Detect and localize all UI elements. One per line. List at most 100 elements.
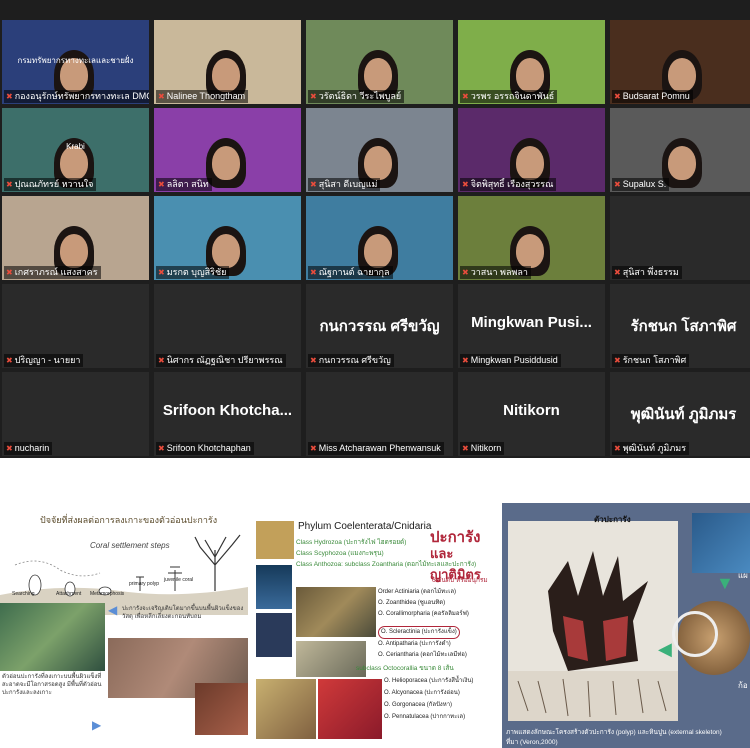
participant-tile[interactable]: ✖ ปริญญา - นายยา: [2, 284, 149, 368]
order2-2: O. Gorgonacea (กัลปังหา): [384, 702, 453, 708]
participant-name-label: ✖ จิตพิสุทธิ์ เรืองสุวรรณ: [460, 178, 557, 191]
participant-tile[interactable]: พุฒินันท์ ภูมิภมร ✖ พุฒินันท์ ภูมิภมร: [610, 372, 750, 456]
stage-searching: Searching: [12, 591, 35, 597]
participant-display-name: Srifoon Khotcha...: [162, 402, 293, 419]
participant-name-label: ✖ วรัตน์ธิดา วีระไพบูลย์: [308, 90, 405, 103]
participant-tile[interactable]: ✖ วรัตน์ธิดา วีระไพบูลย์: [306, 20, 453, 104]
participant-tile[interactable]: Mingkwan Pusi... ✖ Mingkwan Pusiddusid: [458, 284, 605, 368]
muted-mic-icon: ✖: [6, 92, 13, 101]
participant-name: เกศราภรณ์ แสงสาคร: [14, 267, 98, 277]
person-face: [668, 58, 696, 92]
participant-name: Budsarat Pomnu: [622, 91, 690, 101]
muted-mic-icon: ✖: [310, 268, 317, 277]
person-face: [364, 58, 392, 92]
participant-name-label: ✖ ลลิตา สนิท: [156, 178, 212, 191]
participant-tile[interactable]: ✖ ลลิตา สนิท: [154, 108, 301, 192]
participant-name: Nalinee Thongtham: [166, 91, 246, 101]
order-5: O. Ceriantharia (ดอกไม้ทะเลมีท่อ): [378, 652, 467, 658]
muted-mic-icon: ✖: [462, 180, 469, 189]
participant-tile[interactable]: ✖ ณัฐกานต์ ฉายากุล: [306, 196, 453, 280]
coral-photo-3: [195, 683, 248, 735]
participant-tile[interactable]: กรมทรัพยากรทางทะเลและชายฝั่ง ✖ กองอนุรักษ์…: [2, 20, 149, 104]
participant-name-label: ✖ วาสนา พลพลา: [460, 266, 531, 279]
participant-name: Srifoon Khotchaphan: [166, 443, 251, 453]
participant-name-label: ✖ nucharin: [4, 442, 53, 455]
muted-mic-icon: ✖: [462, 92, 469, 101]
participant-name-label: ✖ รักชนก โสภาพิศ: [612, 354, 690, 367]
participant-tile[interactable]: รักชนก โสภาพิศ ✖ รักชนก โสภาพิศ: [610, 284, 750, 368]
slide3-source: ที่มา (Veron,2000): [506, 739, 558, 746]
slide-coral-structure: ตัวปะการัง แผ ▼ ◀ ก้อ ภาพแสดงลักษณะโครงส…: [502, 503, 750, 748]
participant-name-label: ✖ เกศราภรณ์ แสงสาคร: [4, 266, 101, 279]
softcoral-photo: [256, 679, 316, 739]
magnifier-icon: [672, 611, 718, 657]
participant-name-label: ✖ วรพร อรรถจินดาพันธ์: [460, 90, 558, 103]
participant-name: กนกวรรณ ศรีขวัญ: [318, 355, 391, 365]
muted-mic-icon: ✖: [158, 92, 165, 101]
participant-name-label: ✖ Srifoon Khotchaphan: [156, 442, 254, 455]
participant-tile[interactable]: ✖ Miss Atcharawan Phenwansuk: [306, 372, 453, 456]
person-face: [212, 146, 240, 180]
participant-name: สุนิสา ดีเบญแม่: [318, 179, 378, 189]
stage-metamorphosis: Metamorphosis: [90, 591, 125, 597]
participant-name: วรพร อรรถจินดาพันธ์: [470, 91, 555, 101]
subclass-octocorallia: subclass Octocorallia ขนาด 8 เส้น: [356, 665, 454, 672]
jellyfish-photo: [256, 565, 292, 609]
muted-mic-icon: ✖: [158, 356, 165, 365]
participant-tile[interactable]: ✖ Budsarat Pomnu: [610, 20, 750, 104]
participant-name: พุฒินันท์ ภูมิภมร: [622, 443, 687, 453]
participant-name: ปริญญา - นายยา: [14, 355, 81, 365]
coral-photo-1: [0, 603, 105, 671]
person-face: [60, 146, 88, 180]
participant-tile[interactable]: ✖ สุนิสา ดีเบญแม่: [306, 108, 453, 192]
order-2: O. Corallimorpharia (คอรัลลิมอร์ฟ): [378, 611, 469, 617]
order-3: O. Scleractinia (ปะการังแข็ง): [378, 626, 460, 639]
slide1-note2: ตัวอ่อนปะการังที่ลงเกาะบนพื้นผิวแข็งที่ส…: [2, 674, 102, 696]
order-1: O. Zoanthidea (ซูแอนทิด): [378, 600, 446, 606]
participant-tile[interactable]: ✖ nucharin: [2, 372, 149, 456]
participant-tile[interactable]: ✖ เกศราภรณ์ แสงสาคร: [2, 196, 149, 280]
muted-mic-icon: ✖: [310, 356, 317, 365]
redcoral-photo: [318, 679, 382, 739]
participant-name: ลลิตา สนิท: [166, 179, 209, 189]
participant-name: ปุณณภัทรย์ หวานใจ: [14, 179, 94, 189]
participant-name: รักชนก โสภาพิศ: [622, 355, 687, 365]
participant-name: มรกต บุญสิริชัย: [166, 267, 227, 277]
participant-tile[interactable]: ✖ มรกต บุญสิริชัย: [154, 196, 301, 280]
muted-mic-icon: ✖: [6, 444, 13, 453]
slide1-note1: ปะการังจะเจริญเติบโตมากขึ้นบนพื้นผิวแข็ง…: [122, 606, 244, 620]
person-face: [364, 146, 392, 180]
participant-display-name: กนกวรรณ ศรีขวัญ: [319, 318, 440, 335]
participant-name-label: ✖ ปุณณภัทรย์ หวานใจ: [4, 178, 97, 191]
participant-tile[interactable]: กนกวรรณ ศรีขวัญ ✖ กนกวรรณ ศรีขวัญ: [306, 284, 453, 368]
muted-mic-icon: ✖: [6, 268, 13, 277]
person-face: [364, 234, 392, 268]
participant-name-label: ✖ Supalux S.: [612, 178, 670, 191]
participant-name-label: ✖ กองอนุรักษ์ทรัพยากรทางทะเล DMCR: [4, 90, 149, 103]
participant-name-label: ✖ นิศากร ณัฏฐณิชา ปรียาพรรณ: [156, 354, 286, 367]
participant-tile[interactable]: ✖ Nalinee Thongtham: [154, 20, 301, 104]
participant-tile[interactable]: ✖ วาสนา พลพลา: [458, 196, 605, 280]
order-0: Order Actiniaria (ดอกไม้ทะเล): [378, 589, 457, 595]
participant-name: จิตพิสุทธิ์ เรืองสุวรรณ: [470, 179, 554, 189]
participant-display-name: รักชนก โสภาพิศ: [630, 318, 737, 335]
participant-name-label: ✖ กนกวรรณ ศรีขวัญ: [308, 354, 394, 367]
participant-tile[interactable]: Krabi ✖ ปุณณภัทรย์ หวานใจ: [2, 108, 149, 192]
participant-tile[interactable]: ✖ วรพร อรรถจินดาพันธ์: [458, 20, 605, 104]
participant-tile[interactable]: ✖ สุนิสา พึ่งธรรม: [610, 196, 750, 280]
participant-name: นิศากร ณัฏฐณิชา ปรียาพรรณ: [166, 355, 283, 365]
participant-tile[interactable]: ✖ นิศากร ณัฏฐณิชา ปรียาพรรณ: [154, 284, 301, 368]
count-orders: 6 อันดับ หรืออนุกรม: [432, 577, 488, 584]
participant-tile[interactable]: Nitikorn ✖ Nitikorn: [458, 372, 605, 456]
arrow-down-icon: ▼: [716, 573, 734, 593]
muted-mic-icon: ✖: [310, 92, 317, 101]
participant-name-label: ✖ Budsarat Pomnu: [612, 90, 693, 103]
participant-name: กองอนุรักษ์ทรัพยากรทางทะเล DMCR: [14, 91, 149, 101]
zoom-gallery: กรมทรัพยากรทางทะเลและชายฝั่ง ✖ กองอนุรักษ์…: [0, 0, 750, 458]
participant-tile[interactable]: ✖ Supalux S.: [610, 108, 750, 192]
muted-mic-icon: ✖: [158, 444, 165, 453]
participant-name: ณัฐกานต์ ฉายากุล: [318, 267, 390, 277]
participant-tile[interactable]: Srifoon Khotcha... ✖ Srifoon Khotchaphan: [154, 372, 301, 456]
participant-name-label: ✖ Nalinee Thongtham: [156, 90, 249, 103]
participant-tile[interactable]: ✖ จิตพิสุทธิ์ เรืองสุวรรณ: [458, 108, 605, 192]
